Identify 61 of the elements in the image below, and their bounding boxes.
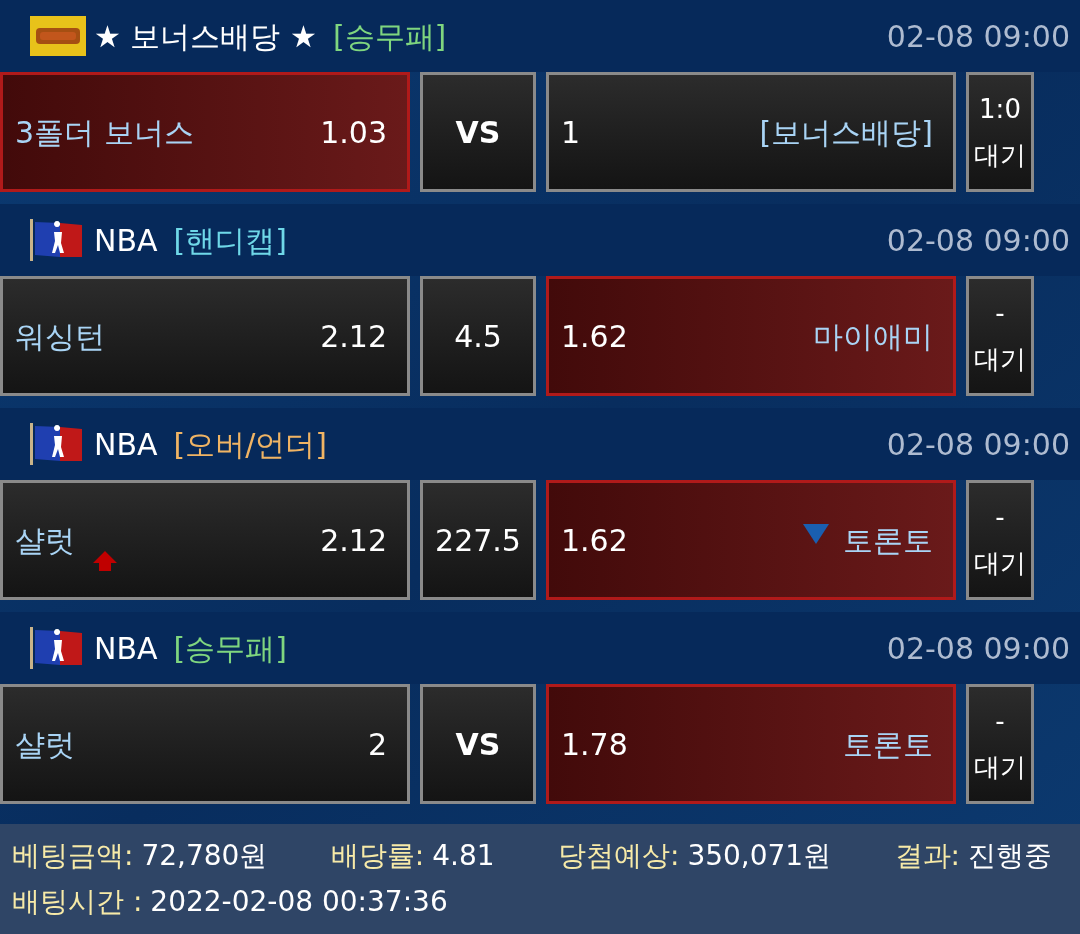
team-name: 3폴더 보너스	[15, 113, 194, 152]
summary-label: 베팅금액:	[12, 838, 134, 874]
odds-value: 1.78	[561, 725, 628, 764]
status-text: 대기	[974, 343, 1026, 376]
score-text: -	[995, 297, 1005, 330]
market-tag: [승무패]	[332, 13, 447, 59]
bet-time-label: 배팅시간 :	[12, 884, 143, 920]
home-odds-button[interactable]: 샬럿 2	[0, 684, 410, 804]
line-cell: 4.5	[420, 276, 536, 396]
match-time: 02-08 09:00	[886, 629, 1070, 668]
market-tag: [핸디캡]	[173, 217, 287, 263]
odds-value: 1.03	[320, 113, 388, 152]
odds-value: 2.12	[320, 521, 388, 560]
up-arrow-icon	[91, 549, 119, 573]
summary-label: 결과:	[894, 838, 960, 874]
odds-value: 2.12	[320, 317, 388, 356]
team-name: 마이애미	[813, 317, 934, 356]
odds-value: 2	[367, 725, 388, 764]
score-text: -	[995, 705, 1005, 738]
market-tag: [오버/언더]	[173, 421, 328, 467]
home-odds-button[interactable]: 샬럿 2.12	[0, 480, 410, 600]
away-odds-button[interactable]: 1.62 마이애미	[546, 276, 956, 396]
summary-value: 350,071원	[687, 838, 832, 874]
odds-value: 1.62	[561, 317, 628, 356]
odds-value: 1.62	[561, 521, 628, 560]
bet-time-value: 2022-02-08 00:37:36	[150, 884, 448, 920]
team-name: 토론토	[843, 725, 934, 764]
score-text: -	[995, 501, 1005, 534]
status-text: 대기	[974, 547, 1026, 580]
home-odds-button[interactable]: 워싱턴 2.12	[0, 276, 410, 396]
home-odds-button[interactable]: 3폴더 보너스 1.03	[0, 72, 410, 192]
away-odds-button[interactable]: 1 [보너스배당]	[546, 72, 956, 192]
market-tag: [승무패]	[173, 625, 287, 671]
status-text: 대기	[974, 751, 1026, 784]
match-time: 02-08 09:00	[886, 221, 1070, 260]
vs-cell: VS	[420, 684, 536, 804]
team-name: 샬럿	[15, 521, 75, 560]
team-name: 워싱턴	[15, 317, 105, 356]
summary-label: 배당률:	[330, 838, 425, 874]
summary-label: 당첨예상:	[557, 838, 680, 874]
status-text: 대기	[974, 139, 1026, 172]
score-text: 1:0	[979, 93, 1021, 126]
bonus-badge-icon	[30, 16, 86, 56]
team-name: 토론토	[843, 521, 934, 560]
odds-value: 1	[561, 113, 581, 152]
league-title: NBA	[94, 629, 158, 668]
team-name: [보너스배당]	[759, 113, 934, 152]
summary-value: 72,780원	[141, 838, 268, 874]
summary-value: 진행중	[968, 838, 1052, 874]
away-odds-button[interactable]: 1.62 토론토	[546, 480, 956, 600]
away-odds-button[interactable]: 1.78 토론토	[546, 684, 956, 804]
league-title: NBA	[94, 425, 158, 464]
match-time: 02-08 09:00	[886, 425, 1070, 464]
match-time: 02-08 09:00	[886, 17, 1070, 56]
league-title: ★ 보너스배당 ★	[94, 17, 317, 56]
summary-value: 4.81	[432, 838, 495, 874]
line-cell: 227.5	[420, 480, 536, 600]
league-title: NBA	[94, 221, 158, 260]
down-arrow-icon	[801, 522, 831, 546]
vs-cell: VS	[420, 72, 536, 192]
team-name: 샬럿	[15, 725, 75, 764]
